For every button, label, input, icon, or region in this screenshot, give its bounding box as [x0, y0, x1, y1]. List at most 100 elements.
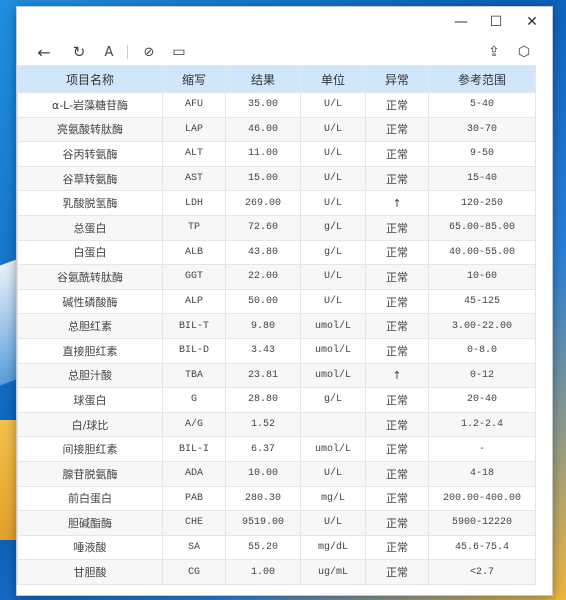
maximize-icon: ☐: [489, 14, 503, 30]
cell-result: 280.30: [225, 485, 301, 512]
cell-reference-range: 45.6-75.4: [428, 534, 536, 561]
panel-button[interactable]: ▭: [167, 41, 191, 63]
cell-item-name: 甘胆酸: [17, 559, 163, 585]
cell-item-name: 总胆汁酸: [17, 362, 163, 389]
cell-abnormal: 正常: [365, 264, 429, 290]
cell-abnormal: 正常: [365, 165, 429, 192]
table-row: 腺苷脱氨酶 ADA 10.00 U/L 正常 4-18: [17, 460, 536, 487]
cell-abbreviation: LDH: [162, 190, 226, 216]
cube-icon: ⬡: [517, 44, 531, 60]
cell-result: 43.80: [225, 239, 301, 266]
cell-unit: umol/L: [300, 362, 366, 389]
link-button[interactable]: ⊘: [137, 41, 161, 63]
3d-view-button[interactable]: ⬡: [512, 41, 536, 63]
cell-abbreviation: LAP: [162, 116, 226, 143]
cell-item-name: α-L-岩藻糖苷酶: [17, 92, 163, 118]
table-row: 谷草转氨酶 AST 15.00 U/L 正常 15-40: [17, 165, 536, 192]
cell-item-name: 直接胆红素: [17, 337, 163, 364]
cell-item-name: 亮氨酸转肽酶: [17, 116, 163, 143]
share-icon: ⇪: [488, 44, 500, 60]
cell-abnormal: 正常: [365, 141, 429, 167]
cell-result: 9.80: [225, 313, 301, 339]
cell-unit: U/L: [300, 460, 366, 487]
cell-item-name: 胆碱酯酶: [17, 510, 163, 536]
cell-abnormal: 正常: [365, 313, 429, 339]
table-header-row: 项目名称 缩写 结果 单位 异常 参考范围: [17, 65, 536, 93]
cell-unit: ug/mL: [300, 559, 366, 585]
cell-item-name: 乳酸脱氢酶: [17, 190, 163, 216]
cell-result: 22.00: [225, 264, 301, 290]
cell-result: 72.60: [225, 214, 301, 241]
header-reference-range: 参考范围: [428, 65, 536, 93]
back-button[interactable]: ←: [32, 41, 56, 63]
cell-unit: g/L: [300, 214, 366, 241]
cell-item-name: 谷氨酰转肽酶: [17, 264, 163, 290]
cell-reference-range: 120-250: [428, 190, 536, 216]
cell-item-name: 谷丙转氨酶: [17, 141, 163, 167]
cell-abnormal: 正常: [365, 387, 429, 413]
cell-result: 35.00: [225, 92, 301, 118]
cell-item-name: 球蛋白: [17, 387, 163, 413]
cell-reference-range: 3.00-22.00: [428, 313, 536, 339]
close-button[interactable]: ✕: [515, 7, 549, 37]
cell-reference-range: 20-40: [428, 387, 536, 413]
cell-unit: U/L: [300, 141, 366, 167]
refresh-button[interactable]: ↻: [67, 41, 91, 63]
cell-abnormal: 正常: [365, 510, 429, 536]
cell-result: 269.00: [225, 190, 301, 216]
cell-item-name: 唾液酸: [17, 534, 163, 561]
arrow-left-icon: ←: [37, 42, 51, 62]
cell-reference-range: 15-40: [428, 165, 536, 192]
cell-abbreviation: CG: [162, 559, 226, 585]
table-row: 唾液酸 SA 55.20 mg/dL 正常 45.6-75.4: [17, 534, 536, 561]
cell-unit: U/L: [300, 165, 366, 192]
cell-reference-range: <2.7: [428, 559, 536, 585]
cell-item-name: 总蛋白: [17, 214, 163, 241]
refresh-icon: ↻: [72, 43, 86, 61]
cell-item-name: 腺苷脱氨酶: [17, 460, 163, 487]
cell-item-name: 白/球比: [17, 411, 163, 438]
minimize-button[interactable]: —: [444, 7, 478, 37]
table-row: 总蛋白 TP 72.60 g/L 正常 65.00-85.00: [17, 214, 536, 241]
cell-abnormal: 正常: [365, 411, 429, 438]
cell-reference-range: 45-125: [428, 288, 536, 315]
cell-unit: umol/L: [300, 436, 366, 462]
cell-abbreviation: BIL-T: [162, 313, 226, 339]
cell-unit: umol/L: [300, 337, 366, 364]
cell-result: 46.00: [225, 116, 301, 143]
font-button[interactable]: A: [97, 41, 121, 63]
toolbar-divider: [127, 45, 128, 59]
cell-result: 1.52: [225, 411, 301, 438]
cell-result: 1.00: [225, 559, 301, 585]
cell-abbreviation: ALP: [162, 288, 226, 315]
cell-abbreviation: BIL-I: [162, 436, 226, 462]
cell-reference-range: 5-40: [428, 92, 536, 118]
cell-unit: U/L: [300, 510, 366, 536]
cell-result: 50.00: [225, 288, 301, 315]
cell-reference-range: -: [428, 436, 536, 462]
table-row: 碱性磷酸酶 ALP 50.00 U/L 正常 45-125: [17, 288, 536, 315]
cell-unit: U/L: [300, 288, 366, 315]
table-row: 亮氨酸转肽酶 LAP 46.00 U/L 正常 30-70: [17, 116, 536, 143]
cell-result: 28.80: [225, 387, 301, 413]
cell-abbreviation: ALB: [162, 239, 226, 266]
table-row: 谷氨酰转肽酶 GGT 22.00 U/L 正常 10-60: [17, 264, 536, 290]
header-unit: 单位: [300, 65, 366, 93]
cell-abnormal: 正常: [365, 534, 429, 561]
cell-result: 11.00: [225, 141, 301, 167]
report-window: — ☐ ✕ ← ↻ A ⊘ ▭ ⇪ ⬡ 项目名称 缩写 结果 单位 异常 参考范…: [16, 6, 553, 596]
close-icon: ✕: [526, 14, 538, 30]
cell-reference-range: 30-70: [428, 116, 536, 143]
cell-abnormal: 正常: [365, 559, 429, 585]
font-icon: A: [104, 44, 114, 60]
cell-reference-range: 40.00-55.00: [428, 239, 536, 266]
cell-item-name: 前白蛋白: [17, 485, 163, 512]
cell-abbreviation: GGT: [162, 264, 226, 290]
cell-abnormal: 正常: [365, 116, 429, 143]
cell-abnormal: 正常: [365, 92, 429, 118]
cell-result: 9519.00: [225, 510, 301, 536]
share-button[interactable]: ⇪: [482, 41, 506, 63]
table-row: 总胆汁酸 TBA 23.81 umol/L ↑ 0-12: [17, 362, 536, 389]
cell-abbreviation: AST: [162, 165, 226, 192]
maximize-button[interactable]: ☐: [479, 7, 513, 37]
